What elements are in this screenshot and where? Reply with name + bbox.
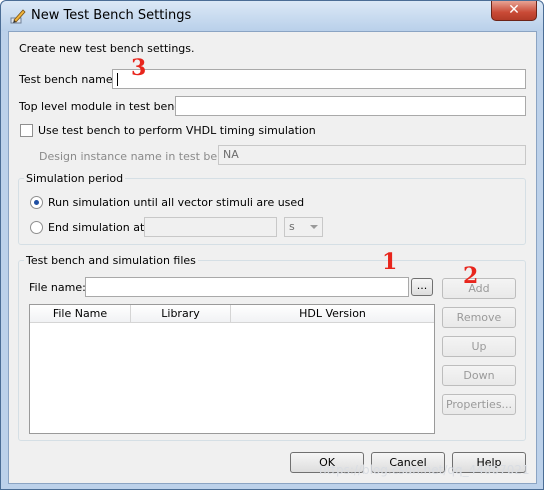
pencil-icon — [10, 9, 26, 24]
end-at-label: End simulation at: — [48, 221, 148, 234]
end-at-input — [144, 217, 277, 237]
column-library[interactable]: Library — [131, 305, 231, 323]
design-instance-label: Design instance name in test bench: — [39, 150, 241, 163]
end-at-radio[interactable] — [30, 221, 43, 234]
add-button[interactable]: Add — [442, 278, 516, 299]
remove-button[interactable]: Remove — [442, 307, 516, 328]
close-icon: ✕ — [508, 2, 520, 18]
simulation-period-title: Simulation period — [24, 172, 126, 185]
files-group-title: Test bench and simulation files — [24, 254, 198, 267]
top-level-module-label: Top level module in test bench: — [19, 100, 192, 113]
file-name-input[interactable] — [85, 277, 409, 297]
design-instance-input: NA — [218, 145, 526, 165]
dialog-window: New Test Bench Settings ✕ Create new tes… — [0, 0, 544, 490]
run-until-label: Run simulation until all vector stimuli … — [48, 196, 305, 209]
files-list[interactable]: File Name Library HDL Version — [29, 304, 435, 434]
annotation-2: 2 — [463, 263, 479, 289]
time-unit-select: s — [284, 217, 323, 237]
up-button[interactable]: Up — [442, 336, 516, 357]
text-caret — [117, 73, 118, 86]
run-until-radio[interactable] — [30, 196, 43, 209]
title-bar[interactable]: New Test Bench Settings ✕ — [1, 1, 543, 31]
test-bench-name-input[interactable] — [112, 69, 526, 89]
test-bench-name-label: Test bench name: — [19, 73, 117, 86]
chevron-down-icon — [310, 225, 318, 229]
properties-button[interactable]: Properties... — [442, 394, 516, 415]
annotation-3: 3 — [131, 55, 147, 81]
down-button[interactable]: Down — [442, 365, 516, 386]
close-button[interactable]: ✕ — [491, 1, 537, 21]
column-hdl-version[interactable]: HDL Version — [231, 305, 434, 323]
files-list-header: File Name Library HDL Version — [30, 305, 434, 323]
watermark-text: https://blog.csdn.net/qq_44007021 — [319, 463, 530, 477]
window-title: New Test Bench Settings — [31, 8, 192, 23]
file-name-label: File name: — [29, 281, 86, 294]
vhdl-timing-checkbox[interactable] — [20, 124, 33, 137]
browse-button[interactable]: ... — [411, 278, 433, 296]
column-file-name[interactable]: File Name — [30, 305, 131, 323]
vhdl-timing-label: Use test bench to perform VHDL timing si… — [38, 124, 316, 137]
intro-text: Create new test bench settings. — [19, 42, 195, 55]
dialog-body: Create new test bench settings. Test ben… — [8, 31, 537, 484]
top-level-module-input[interactable] — [175, 96, 526, 116]
annotation-1: 1 — [382, 249, 398, 275]
